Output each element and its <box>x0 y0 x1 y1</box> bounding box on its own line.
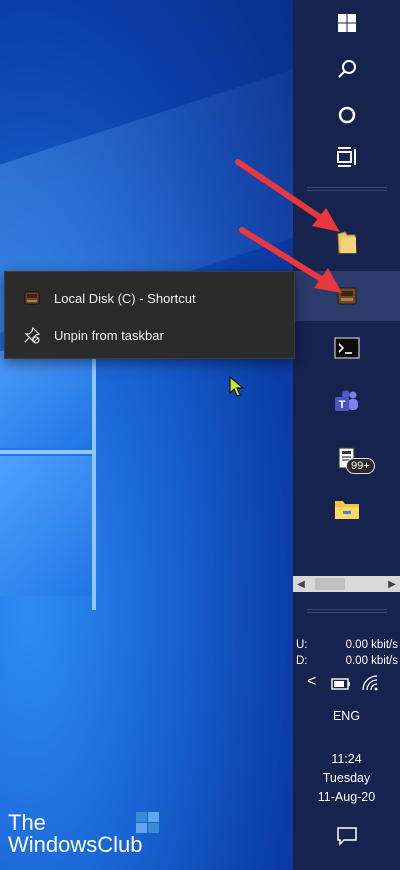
wifi-icon[interactable] <box>361 674 379 692</box>
menu-item-label: Local Disk (C) - Shortcut <box>54 290 196 306</box>
download-value: 0.00 kbit/s <box>345 655 398 667</box>
annotation-arrows <box>235 159 342 293</box>
language-indicator[interactable]: ENG <box>293 709 400 723</box>
file-explorer-icon <box>334 501 359 519</box>
taskbar-scrollbar[interactable]: ◀ ▶ <box>293 576 400 592</box>
upload-value: 0.00 kbit/s <box>345 639 398 651</box>
unpin-icon <box>22 325 42 345</box>
teams-icon: T <box>334 390 358 411</box>
clock-time[interactable]: 11:24 <box>293 752 400 766</box>
scroll-thumb[interactable] <box>315 578 345 590</box>
teams-taskbar-button[interactable]: T <box>293 379 400 425</box>
tray-separator <box>307 609 387 613</box>
watermark: The WindowsClub <box>8 812 143 856</box>
notification-badge: 99+ <box>346 458 375 474</box>
document-app-taskbar-button[interactable]: 99+ <box>293 434 400 484</box>
system-tray-icons: < <box>293 672 400 696</box>
search-button[interactable] <box>293 46 400 92</box>
cortana-button[interactable] <box>293 92 400 138</box>
scroll-left-arrow[interactable]: ◀ <box>293 576 309 592</box>
svg-text:T: T <box>338 399 345 411</box>
menu-item-label: Unpin from taskbar <box>54 327 164 343</box>
start-button[interactable] <box>293 0 400 46</box>
upload-label: U: <box>296 639 308 651</box>
action-center-icon[interactable] <box>336 826 358 846</box>
show-hidden-icons-chevron[interactable]: < <box>307 673 316 691</box>
local-disk-shortcut-icon <box>22 288 42 308</box>
file-explorer-taskbar-button[interactable] <box>293 486 400 532</box>
watermark-line1: The <box>8 810 46 835</box>
logo-divider <box>92 320 96 610</box>
mouse-cursor <box>229 376 245 397</box>
windows-start-icon <box>337 14 356 32</box>
windows-logo-pane <box>0 456 92 596</box>
watermark-line2: WindowsClub <box>8 832 143 857</box>
clock-day[interactable]: Tuesday <box>293 771 400 785</box>
terminal-icon <box>333 337 360 359</box>
download-label: D: <box>296 655 308 667</box>
watermark-logo <box>136 812 159 833</box>
scroll-right-arrow[interactable]: ▶ <box>384 576 400 592</box>
unpin-from-taskbar-item[interactable]: Unpin from taskbar <box>5 317 294 353</box>
cortana-circle-icon <box>338 106 355 124</box>
desktop-background <box>0 0 293 870</box>
search-icon <box>337 60 356 78</box>
taskbar: T 99+ <box>293 0 400 870</box>
battery-icon[interactable] <box>331 678 351 690</box>
terminal-taskbar-button[interactable] <box>293 325 400 371</box>
logo-divider <box>0 450 96 454</box>
clock-date[interactable]: 11-Aug-20 <box>293 790 400 804</box>
